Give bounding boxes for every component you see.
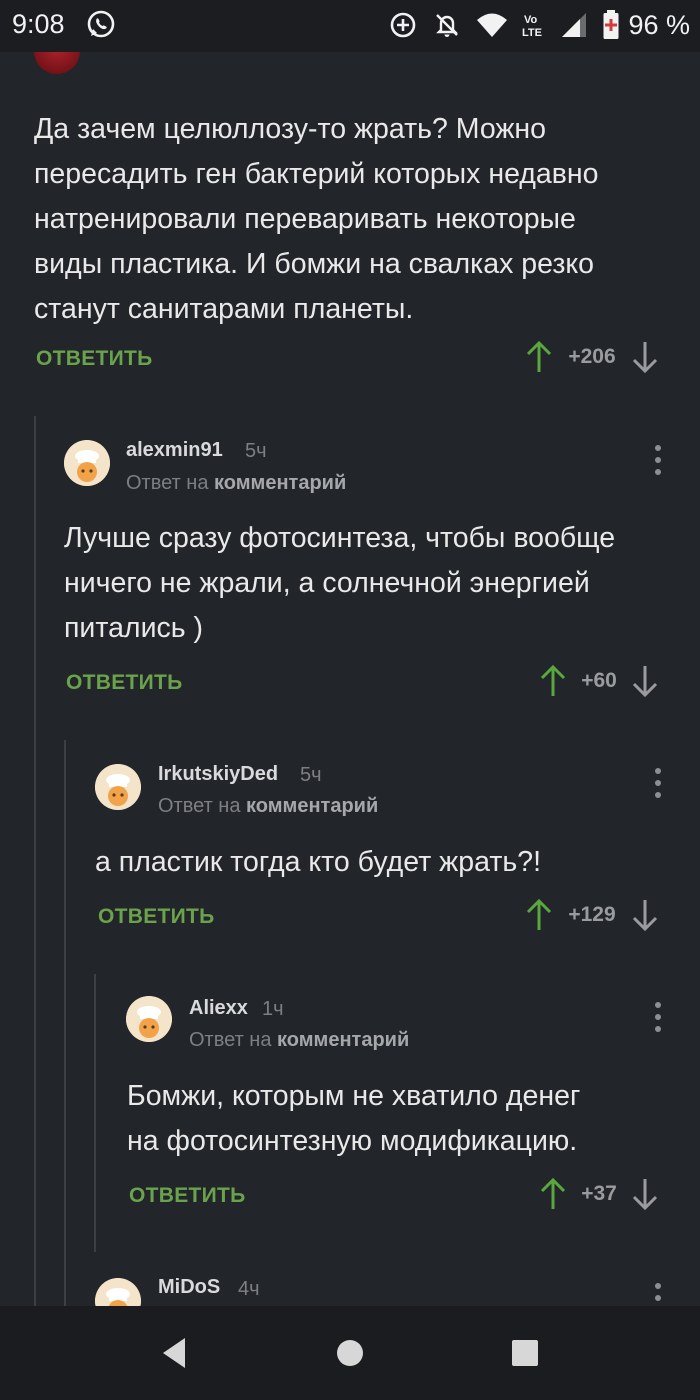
reply-to-prefix: Ответ на [126,472,209,494]
more-options-icon[interactable] [652,768,664,798]
more-options-icon[interactable] [652,1283,664,1306]
comment-score: +60 [581,669,617,692]
back-button[interactable] [134,1306,214,1400]
wifi-icon [477,13,508,37]
reply-button[interactable]: ОТВЕТИТЬ [98,905,215,929]
status-bar: 9:08 Vo LTE 96 % [0,0,700,52]
navigation-bar [0,1306,700,1400]
vote-widget: +129 [524,897,660,933]
home-circle-icon [337,1340,363,1366]
vote-widget: +206 [524,339,660,375]
battery-icon [603,10,619,39]
avatar[interactable] [64,440,110,486]
recents-square-icon [512,1340,538,1366]
reply-button[interactable]: ОТВЕТИТЬ [129,1184,246,1208]
more-options-icon[interactable] [652,1002,664,1032]
downvote-arrow-icon[interactable] [630,663,660,699]
whatsapp-icon [87,10,115,38]
reply-to-link[interactable]: комментарий [246,795,378,817]
comment-text: Бомжи, которым не хватило денег на фотос… [127,1080,581,1157]
avatar[interactable] [34,52,80,74]
comment-score: +129 [568,903,616,926]
comment-time: 5ч [300,764,322,786]
downvote-arrow-icon[interactable] [630,339,660,375]
status-time: 9:08 [12,9,65,39]
username[interactable]: MiDoS [158,1276,220,1299]
svg-text:Vo: Vo [524,14,538,26]
chef-avatar-icon [95,1278,141,1306]
comment-time: 5ч [245,440,267,462]
thread-line [64,740,66,1306]
reply-to-link[interactable]: комментарий [214,472,346,494]
reply-to-line: Ответ на комментарий [126,472,346,495]
downvote-arrow-icon[interactable] [630,1176,660,1212]
volte-icon: Vo LTE [522,14,542,39]
comment-text: Лучше сразу фотосинтеза, чтобы вообще ни… [64,522,616,644]
upvote-arrow-icon[interactable] [524,897,554,933]
more-options-icon[interactable] [652,445,664,475]
reply-to-prefix: Ответ на [189,1029,272,1051]
back-triangle-icon [163,1338,185,1368]
reply-button[interactable]: ОТВЕТИТЬ [66,671,183,695]
bell-off-icon [436,14,459,37]
username[interactable]: alexmin91 [126,439,223,462]
avatar[interactable] [126,996,172,1042]
signal-icon [562,13,587,37]
avatar[interactable] [95,1278,141,1306]
avatar[interactable] [95,764,141,810]
reply-to-link[interactable]: комментарий [277,1029,409,1051]
home-button[interactable] [310,1306,390,1400]
comment-text: Да зачем целюллозу-то жрать? Можно перес… [34,113,599,325]
vote-widget: +60 [538,663,660,699]
username[interactable]: Aliexx [189,997,248,1020]
comment-text: а пластик тогда кто будет жрать?! [95,846,541,878]
comment-time: 4ч [238,1278,260,1300]
reply-to-prefix: Ответ на [158,795,241,817]
comment-score: +37 [581,1182,617,1205]
reply-button[interactable]: ОТВЕТИТЬ [36,347,153,371]
battery-percent: 96 % [628,9,690,40]
svg-text:LTE: LTE [522,27,542,39]
comment-time: 1ч [262,998,284,1020]
recents-button[interactable] [485,1306,565,1400]
upvote-arrow-icon[interactable] [538,1176,568,1212]
downvote-arrow-icon[interactable] [630,897,660,933]
chef-avatar-icon [64,440,110,486]
vote-widget: +37 [538,1176,660,1212]
comments-feed[interactable]: Да зачем целюллозу-то жрать? Можно перес… [0,52,700,1306]
chef-avatar-icon [95,764,141,810]
username[interactable]: IrkutskiyDed [158,763,278,786]
comment-score: +206 [568,345,616,368]
upvote-arrow-icon[interactable] [524,339,554,375]
data-saver-icon [391,12,416,38]
thread-line [34,416,36,1306]
thread-line [94,974,96,1252]
upvote-arrow-icon[interactable] [538,663,568,699]
reply-to-line: Ответ на комментарий [189,1029,409,1052]
reply-to-line: Ответ на комментарий [158,795,378,818]
chef-avatar-icon [126,996,172,1042]
